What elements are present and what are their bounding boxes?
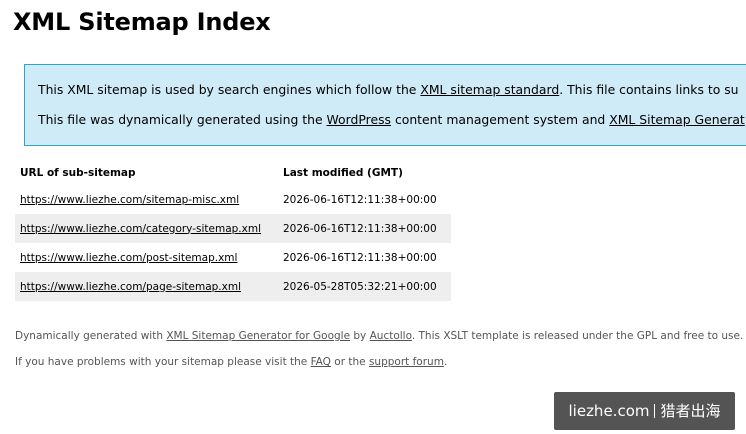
table-row: https://www.liezhe.com/sitemap-misc.xml … bbox=[15, 185, 451, 214]
sitemap-url-link[interactable]: https://www.liezhe.com/page-sitemap.xml bbox=[20, 281, 241, 293]
intro-line-2-mid: content management system and bbox=[391, 112, 610, 127]
page-title: XML Sitemap Index bbox=[13, 8, 271, 36]
xml-sitemap-standard-link[interactable]: XML sitemap standard bbox=[420, 82, 559, 97]
watermark-name: 猎者出海 bbox=[660, 402, 721, 420]
footer-line-2: If you have problems with your sitemap p… bbox=[15, 356, 447, 368]
table-row: https://www.liezhe.com/page-sitemap.xml … bbox=[15, 272, 451, 301]
intro-line-2: This file was dynamically generated usin… bbox=[38, 112, 745, 127]
intro-line-1: This XML sitemap is used by search engin… bbox=[38, 82, 739, 97]
auctollo-link[interactable]: Auctollo bbox=[370, 330, 412, 342]
site-watermark: liezhe.com 猎者出海 bbox=[554, 392, 735, 430]
url-cell: https://www.liezhe.com/sitemap-misc.xml bbox=[15, 185, 278, 214]
intro-line-1-text: This XML sitemap is used by search engin… bbox=[38, 82, 421, 97]
last-modified-cell: 2026-06-16T12:11:38+00:00 bbox=[278, 214, 451, 243]
intro-box: This XML sitemap is used by search engin… bbox=[24, 64, 746, 146]
sitemap-generator-link[interactable]: XML Sitemap Generat bbox=[609, 112, 745, 127]
footer-line-2-mid: or the bbox=[330, 356, 369, 368]
sitemap-table: URL of sub-sitemap Last modified (GMT) h… bbox=[15, 161, 451, 301]
sitemap-url-link[interactable]: https://www.liezhe.com/category-sitemap.… bbox=[20, 223, 261, 235]
generator-plugin-link[interactable]: XML Sitemap Generator for Google bbox=[166, 330, 350, 342]
watermark-divider bbox=[654, 404, 656, 418]
footer-line-1-text: Dynamically generated with bbox=[15, 330, 167, 342]
footer-line-1: Dynamically generated with XML Sitemap G… bbox=[15, 330, 743, 342]
support-forum-link[interactable]: support forum bbox=[369, 356, 444, 368]
last-modified-cell: 2026-06-16T12:11:38+00:00 bbox=[278, 243, 451, 272]
url-cell: https://www.liezhe.com/post-sitemap.xml bbox=[15, 243, 278, 272]
footer-line-2-text: If you have problems with your sitemap p… bbox=[15, 356, 311, 368]
intro-line-2-text: This file was dynamically generated usin… bbox=[38, 112, 327, 127]
intro-line-1-tail: . This file contains links to su bbox=[559, 82, 739, 97]
last-modified-cell: 2026-05-28T05:32:21+00:00 bbox=[278, 272, 451, 301]
column-header-last-modified: Last modified (GMT) bbox=[283, 167, 403, 179]
footer-line-1-mid: by bbox=[350, 330, 370, 342]
table-header-row: URL of sub-sitemap Last modified (GMT) bbox=[15, 161, 451, 185]
sitemap-url-link[interactable]: https://www.liezhe.com/sitemap-misc.xml bbox=[20, 194, 239, 206]
faq-link[interactable]: FAQ bbox=[311, 356, 331, 368]
last-modified-cell: 2026-06-16T12:11:38+00:00 bbox=[278, 185, 451, 214]
url-cell: https://www.liezhe.com/category-sitemap.… bbox=[15, 214, 278, 243]
url-cell: https://www.liezhe.com/page-sitemap.xml bbox=[15, 272, 278, 301]
footer-line-1-tail: . This XSLT template is released under t… bbox=[411, 330, 744, 342]
sitemap-page: XML Sitemap Index This XML sitemap is us… bbox=[0, 0, 746, 434]
footer-line-2-tail: . bbox=[443, 356, 448, 368]
table-row: https://www.liezhe.com/post-sitemap.xml … bbox=[15, 243, 451, 272]
table-row: https://www.liezhe.com/category-sitemap.… bbox=[15, 214, 451, 243]
sitemap-url-link[interactable]: https://www.liezhe.com/post-sitemap.xml bbox=[20, 252, 237, 264]
watermark-site: liezhe.com bbox=[568, 402, 650, 420]
wordpress-link[interactable]: WordPress bbox=[327, 112, 391, 127]
column-header-url: URL of sub-sitemap bbox=[20, 167, 136, 179]
